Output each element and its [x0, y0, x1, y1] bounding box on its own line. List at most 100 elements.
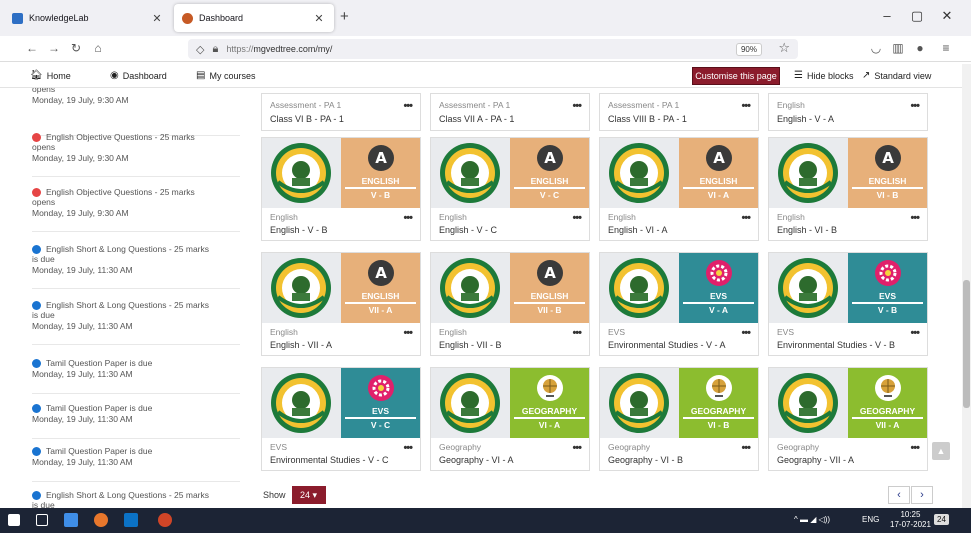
more-options-icon[interactable]: •••: [741, 327, 751, 339]
course-name[interactable]: English - V - A: [777, 114, 834, 124]
event-item[interactable]: Tamil Question Paper is due Monday, 19 J…: [32, 403, 240, 439]
clock[interactable]: 10:25 17-07-2021: [890, 510, 931, 530]
outlook-icon[interactable]: [124, 513, 138, 527]
reload-icon[interactable]: ↻: [68, 41, 84, 55]
back-to-top-button[interactable]: ▲: [932, 442, 950, 460]
notification-badge[interactable]: 24: [934, 514, 949, 525]
maximize-icon[interactable]: ▢: [907, 8, 927, 24]
course-card[interactable]: GEOGRAPHY VI - B Geography Geography - VI -…: [599, 367, 759, 471]
course-image[interactable]: EVS V - B: [769, 253, 927, 323]
tab-knowledgelab[interactable]: KnowledgeLab ✕: [4, 4, 172, 32]
more-options-icon[interactable]: •••: [403, 327, 413, 339]
course-name[interactable]: English - VII - A: [270, 340, 332, 350]
course-image[interactable]: A ENGLISH VI - A: [600, 138, 758, 208]
event-item[interactable]: English Short & Long Questions - 25 mark…: [32, 300, 240, 345]
forward-icon[interactable]: →: [46, 41, 62, 55]
nav-dashboard[interactable]: ◉ Dashboard: [110, 70, 167, 81]
course-card[interactable]: English English - V - A •••: [768, 93, 928, 131]
more-options-icon[interactable]: •••: [741, 212, 751, 224]
course-card[interactable]: A ENGLISH V - C English English - V - C •••: [430, 137, 590, 241]
more-options-icon[interactable]: •••: [572, 442, 582, 454]
back-icon[interactable]: ←: [24, 41, 40, 55]
lock-icon[interactable]: 🔒︎: [212, 43, 218, 56]
course-name[interactable]: Environmental Studies - V - A: [608, 340, 726, 350]
course-name[interactable]: English - VI - B: [777, 225, 837, 235]
shield-icon[interactable]: ◇: [196, 43, 204, 56]
language-indicator[interactable]: ENG: [862, 515, 879, 524]
event-item[interactable]: English Objective Questions - 25 marks o…: [32, 132, 240, 177]
course-image[interactable]: A ENGLISH VI - B: [769, 138, 927, 208]
course-name[interactable]: English - VII - B: [439, 340, 502, 350]
course-image[interactable]: EVS V - A: [600, 253, 758, 323]
event-title[interactable]: English Short & Long Questions - 25 mark…: [46, 490, 209, 500]
more-options-icon[interactable]: •••: [403, 100, 413, 112]
home-icon[interactable]: ⌂: [90, 41, 106, 55]
course-card[interactable]: GEOGRAPHY VI - A Geography Geography - VI -…: [430, 367, 590, 471]
course-name[interactable]: Geography - VI - B: [608, 455, 683, 465]
course-image[interactable]: GEOGRAPHY VI - B: [600, 368, 758, 438]
event-item[interactable]: Tamil Question Paper is due Monday, 19 J…: [32, 358, 240, 394]
zoom-level[interactable]: 90%: [735, 43, 762, 56]
more-options-icon[interactable]: •••: [741, 442, 751, 454]
more-options-icon[interactable]: •••: [403, 442, 413, 454]
more-options-icon[interactable]: •••: [572, 100, 582, 112]
bookmark-star-icon[interactable]: ☆: [778, 40, 790, 56]
course-card[interactable]: A ENGLISH VI - B English English - VI - B •••: [768, 137, 928, 241]
course-name[interactable]: Environmental Studies - V - B: [777, 340, 895, 350]
course-name[interactable]: Class VI B - PA - 1: [270, 114, 344, 124]
customise-button[interactable]: Customise this page: [692, 67, 780, 85]
firefox-icon[interactable]: [94, 513, 108, 527]
menu-icon[interactable]: ≡: [938, 41, 954, 55]
course-card[interactable]: Assessment - PA 1 Class VII A - PA - 1 •••: [430, 93, 590, 131]
page-scrollbar[interactable]: [962, 64, 971, 508]
course-name[interactable]: Geography - VI - A: [439, 455, 514, 465]
event-title[interactable]: English Short & Long Questions - 25 mark…: [46, 300, 209, 310]
more-options-icon[interactable]: •••: [741, 100, 751, 112]
course-name[interactable]: Geography - VII - A: [777, 455, 854, 465]
minimize-icon[interactable]: –: [877, 8, 897, 23]
nav-my-courses[interactable]: ▤ My courses: [196, 70, 255, 81]
event-title[interactable]: Tamil Question Paper is due: [46, 403, 152, 413]
event-item[interactable]: English Objective Questions - 25 marks o…: [32, 187, 240, 232]
event-item[interactable]: English Short & Long Questions - 25 mark…: [32, 244, 240, 289]
more-options-icon[interactable]: •••: [910, 100, 920, 112]
course-image[interactable]: GEOGRAPHY VII - A: [769, 368, 927, 438]
course-image[interactable]: A ENGLISH VII - A: [262, 253, 420, 323]
reader-icon[interactable]: ▥: [890, 41, 906, 55]
more-options-icon[interactable]: •••: [910, 442, 920, 454]
course-image[interactable]: A ENGLISH V - B: [262, 138, 420, 208]
tray-icons[interactable]: ^ ▬ ◢ ◁)): [794, 515, 830, 524]
next-page-button[interactable]: ›: [911, 486, 933, 504]
windows-start-icon[interactable]: [8, 514, 20, 526]
course-card[interactable]: A ENGLISH VII - A English English - VII - A •…: [261, 252, 421, 356]
course-name[interactable]: English - V - C: [439, 225, 497, 235]
event-item[interactable]: opens Monday, 19 July, 9:30 AM: [32, 88, 240, 136]
event-item[interactable]: Tamil Question Paper is due Monday, 19 J…: [32, 446, 240, 482]
course-name[interactable]: English - V - B: [270, 225, 328, 235]
course-card[interactable]: A ENGLISH VII - B English English - VII - B •…: [430, 252, 590, 356]
file-explorer-icon[interactable]: [64, 513, 78, 527]
course-card[interactable]: EVS V - B EVS Environmental Studies - V - B…: [768, 252, 928, 356]
course-card[interactable]: EVS V - C EVS Environmental Studies - V - C…: [261, 367, 421, 471]
tab-dashboard[interactable]: Dashboard ✕: [174, 4, 334, 32]
course-name[interactable]: English - VI - A: [608, 225, 668, 235]
course-name[interactable]: Environmental Studies - V - C: [270, 455, 389, 465]
standard-view-button[interactable]: ↗ Standard view: [862, 70, 931, 81]
close-icon[interactable]: ✕: [312, 12, 326, 25]
scrollbar-thumb[interactable]: [963, 280, 970, 408]
more-options-icon[interactable]: •••: [910, 327, 920, 339]
event-title[interactable]: English Objective Questions - 25 marks: [46, 132, 195, 142]
per-page-select[interactable]: 24 ▾: [291, 486, 326, 504]
course-image[interactable]: GEOGRAPHY VI - A: [431, 368, 589, 438]
course-card[interactable]: Assessment - PA 1 Class VIII B - PA - 1 ••…: [599, 93, 759, 131]
event-item[interactable]: English Short & Long Questions - 25 mark…: [32, 490, 240, 508]
more-options-icon[interactable]: •••: [572, 327, 582, 339]
event-title[interactable]: English Short & Long Questions - 25 mark…: [46, 244, 209, 254]
pocket-icon[interactable]: ◡: [868, 41, 884, 55]
course-card[interactable]: EVS V - A EVS Environmental Studies - V - A…: [599, 252, 759, 356]
course-name[interactable]: Class VII A - PA - 1: [439, 114, 514, 124]
course-image[interactable]: EVS V - C: [262, 368, 420, 438]
course-card[interactable]: A ENGLISH V - B English English - V - B •••: [261, 137, 421, 241]
window-close-icon[interactable]: ✕: [937, 8, 957, 24]
prev-page-button[interactable]: ‹: [888, 486, 910, 504]
